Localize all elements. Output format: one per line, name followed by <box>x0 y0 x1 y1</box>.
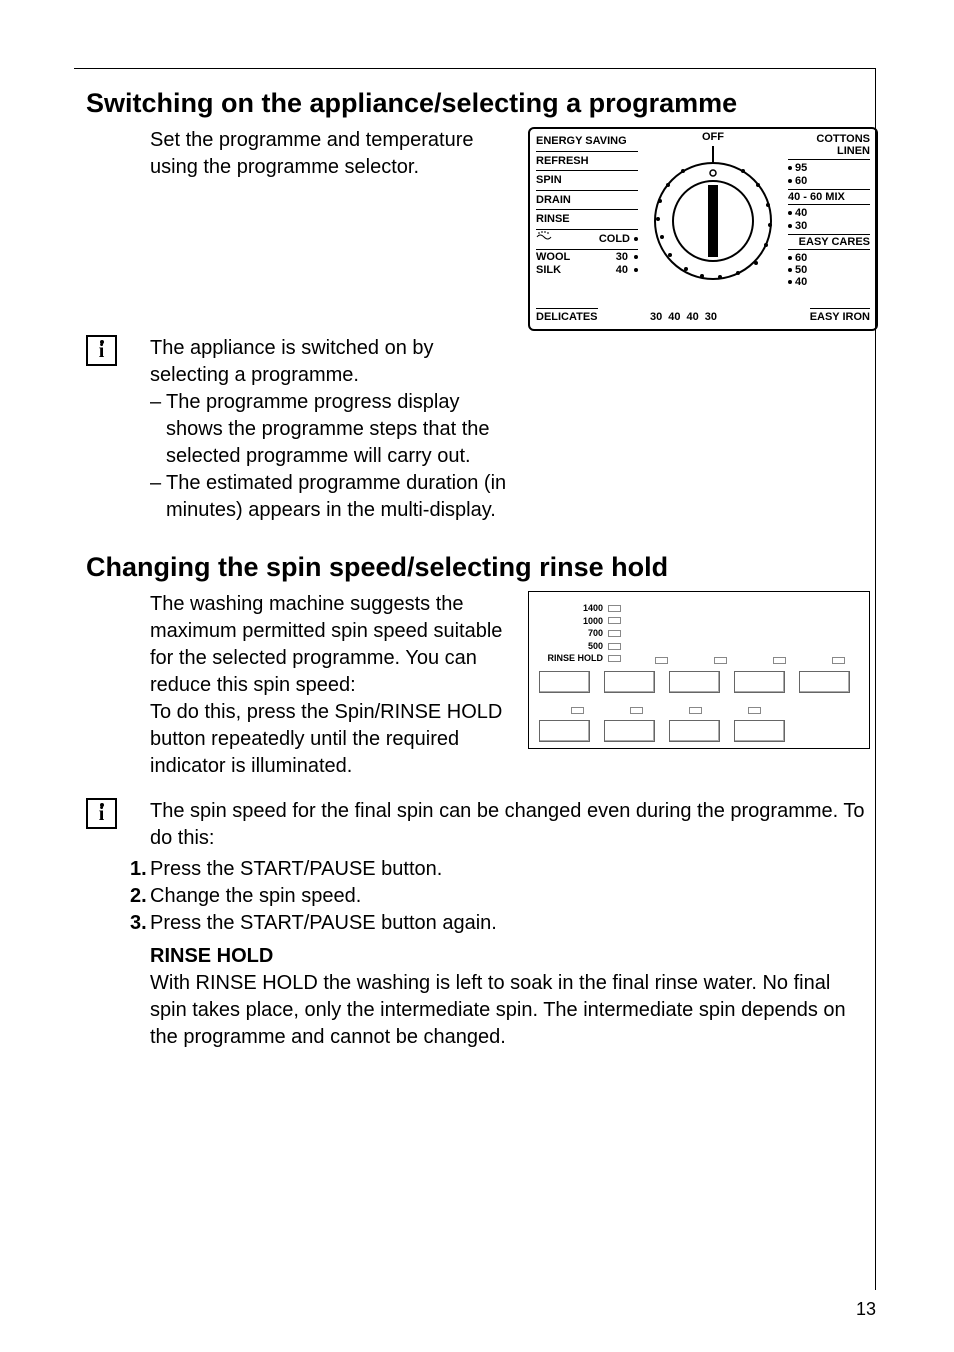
dial-label-rinse: RINSE <box>536 211 638 230</box>
rinse-hold-body: With RINSE HOLD the washing is left to s… <box>150 970 870 1051</box>
dial-label-easyiron: EASY IRON <box>810 308 870 323</box>
panel-button <box>734 671 785 693</box>
dial-ec-50: 50 <box>795 264 807 276</box>
rinse-hold-title: RINSE HOLD <box>150 943 870 970</box>
panel-button <box>669 671 720 693</box>
panel-led <box>571 707 584 714</box>
panel-led <box>630 707 643 714</box>
step3: Press the START/PAUSE button again. <box>130 910 876 937</box>
dial-label-cold: COLD <box>599 231 630 248</box>
dial-figure: ENERGY SAVING REFRESH SPIN DRAIN RINSE C… <box>528 127 878 331</box>
step1: Press the START/PAUSE button. <box>130 856 876 883</box>
panel-button <box>604 671 655 693</box>
spin-700: 700 <box>588 627 603 640</box>
dial-wool-30: 30 <box>616 251 628 263</box>
dial-off-label: OFF <box>648 131 778 143</box>
panel-button <box>539 671 590 693</box>
dial-bl-30a: 30 <box>650 311 662 323</box>
panel-button <box>669 720 720 742</box>
dial-label-drain: DRAIN <box>536 192 638 211</box>
dial-label-silk: SILK <box>536 264 561 276</box>
section2-heading: Changing the spin speed/selecting rinse … <box>86 552 876 583</box>
dial-temp-95: 95 <box>795 162 807 174</box>
info-icon <box>86 798 117 829</box>
section2-para1: The washing machine suggests the maximum… <box>150 591 510 699</box>
page-number: 13 <box>856 1299 876 1320</box>
section1-bullet2: The estimated programme duration (in min… <box>150 470 510 524</box>
panel-led <box>714 657 727 664</box>
dial-label-easycares: EASY CARES <box>788 234 870 250</box>
dial-label-wool: WOOL <box>536 251 570 263</box>
panel-button <box>539 720 590 742</box>
dial-bl-30b: 30 <box>705 311 717 323</box>
dial-temp-40: 40 <box>795 207 807 219</box>
spin-500: 500 <box>588 640 603 653</box>
dial-label-cottons: COTTONS LINEN <box>788 133 870 160</box>
section2-para2: To do this, press the Spin/RINSE HOLD bu… <box>150 699 510 780</box>
spin-1400: 1400 <box>583 602 603 615</box>
spin-rinsehold: RINSE HOLD <box>547 652 603 665</box>
panel-led <box>773 657 786 664</box>
section2-info-para: The spin speed for the final spin can be… <box>150 798 870 852</box>
spin-panel-figure: 1400 1000 700 500 RINSE HOLD <box>528 591 870 780</box>
info-icon <box>86 335 117 366</box>
panel-button <box>604 720 655 742</box>
panel-led <box>689 707 702 714</box>
dial-temp-60: 60 <box>795 175 807 187</box>
panel-led <box>655 657 668 664</box>
dial-label-spin: SPIN <box>536 172 638 191</box>
section1-para1: Set the programme and temperature using … <box>150 127 510 181</box>
dial-temp-30: 30 <box>795 220 807 232</box>
spin-1000: 1000 <box>583 615 603 628</box>
dial-label-refresh: REFRESH <box>536 153 638 172</box>
handwash-icon <box>536 231 552 249</box>
dial-silk-40: 40 <box>616 264 628 276</box>
section1-bullet1: The programme progress display shows the… <box>150 389 510 470</box>
section1-heading: Switching on the appliance/selecting a p… <box>86 88 876 119</box>
dial-bl-40b: 40 <box>687 311 699 323</box>
section1-para2: The appliance is switched on by selectin… <box>150 335 510 389</box>
panel-led <box>748 707 761 714</box>
dial-ec-60: 60 <box>795 252 807 264</box>
dial-bl-40a: 40 <box>668 311 680 323</box>
dial-label-energy: ENERGY SAVING <box>536 133 638 152</box>
panel-led <box>832 657 845 664</box>
dial-label-delicates: DELICATES <box>536 308 598 323</box>
dial-knob-icon <box>648 143 778 299</box>
panel-button <box>799 671 850 693</box>
dial-ec-40: 40 <box>795 276 807 288</box>
step2: Change the spin speed. <box>130 883 876 910</box>
dial-label-mix: 40 - 60 MIX <box>788 189 870 205</box>
panel-button <box>734 720 785 742</box>
